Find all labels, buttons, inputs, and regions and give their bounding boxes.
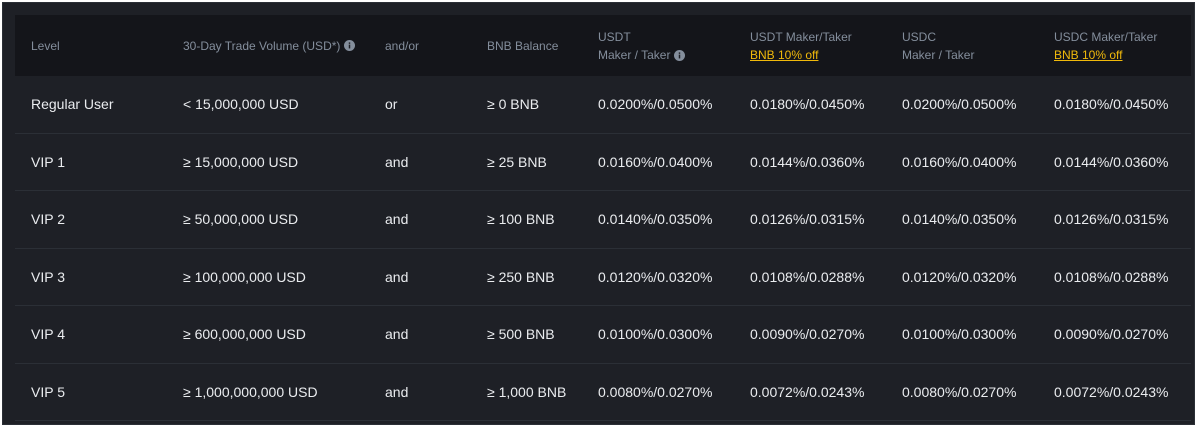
usdc-discount-fee-cell: 0.0090%/0.0270% bbox=[1054, 326, 1169, 343]
usdc-discount-fee-cell: 0.0072%/0.0243% bbox=[1054, 383, 1169, 400]
level-cell: Regular User bbox=[31, 96, 114, 113]
header-andor: and/or bbox=[385, 15, 419, 76]
header-usdc-discount-title: USDC Maker/Taker bbox=[1054, 29, 1158, 44]
usdt-discount-fee-cell: 0.0126%/0.0315% bbox=[750, 211, 865, 228]
usdt-discount-fee-cell: 0.0108%/0.0288% bbox=[750, 268, 865, 285]
bnb-cell: ≥ 250 BNB bbox=[487, 268, 555, 285]
usdt-discount-fee-cell: 0.0144%/0.0360% bbox=[750, 153, 865, 170]
usdc-fee-cell: 0.0100%/0.0300% bbox=[902, 326, 1017, 343]
usdt-discount-fee-cell: 0.0090%/0.0270% bbox=[750, 326, 865, 343]
usdt-discount-fee-cell: 0.0072%/0.0243% bbox=[750, 383, 865, 400]
header-level: Level bbox=[31, 15, 60, 76]
usdc-fee-cell: 0.0120%/0.0320% bbox=[902, 268, 1017, 285]
header-usdc-title: USDC bbox=[902, 29, 937, 44]
header-usdc: USDC Maker / Taker bbox=[902, 15, 974, 76]
usdc-fee-cell: 0.0080%/0.0270% bbox=[902, 383, 1017, 400]
header-usdt-discount-title: USDT Maker/Taker bbox=[750, 29, 852, 44]
usdc-fee-cell: 0.0160%/0.0400% bbox=[902, 153, 1017, 170]
level-cell: VIP 1 bbox=[31, 153, 65, 170]
level-cell: VIP 2 bbox=[31, 211, 65, 228]
table-row: VIP 5 ≥ 1,000,000,000 USD and ≥ 1,000 BN… bbox=[15, 364, 1191, 421]
header-volume-label: 30-Day Trade Volume (USD*) bbox=[183, 38, 341, 53]
info-icon[interactable] bbox=[344, 40, 356, 51]
bnb-discount-link[interactable]: BNB 10% off bbox=[1054, 46, 1157, 64]
usdc-discount-fee-cell: 0.0180%/0.0450% bbox=[1054, 96, 1169, 113]
usdc-discount-fee-cell: 0.0144%/0.0360% bbox=[1054, 153, 1169, 170]
volume-cell: < 15,000,000 USD bbox=[183, 96, 299, 113]
header-level-label: Level bbox=[31, 38, 60, 53]
fee-panel: Level 30-Day Trade Volume (USD*) and/or … bbox=[2, 2, 1195, 425]
table-row: Regular User < 15,000,000 USD or ≥ 0 BNB… bbox=[15, 76, 1191, 134]
header-bnb-balance-label: BNB Balance bbox=[487, 38, 559, 53]
info-icon[interactable] bbox=[674, 49, 686, 61]
andor-cell: and bbox=[385, 268, 409, 285]
bnb-cell: ≥ 500 BNB bbox=[487, 326, 555, 343]
header-usdt: USDT Maker / Taker bbox=[598, 15, 686, 76]
usdt-fee-cell: 0.0160%/0.0400% bbox=[598, 153, 713, 170]
bnb-cell: ≥ 25 BNB bbox=[487, 153, 547, 170]
usdt-fee-cell: 0.0140%/0.0350% bbox=[598, 211, 713, 228]
header-usdt-discount: USDT Maker/Taker BNB 10% off bbox=[750, 15, 852, 76]
volume-cell: ≥ 50,000,000 USD bbox=[183, 211, 299, 228]
andor-cell: or bbox=[385, 96, 398, 113]
header-usdt-title: USDT bbox=[598, 29, 631, 44]
table-row: VIP 2 ≥ 50,000,000 USD and ≥ 100 BNB 0.0… bbox=[15, 191, 1191, 249]
level-cell: VIP 5 bbox=[31, 383, 65, 400]
andor-cell: and bbox=[385, 326, 409, 343]
volume-cell: ≥ 15,000,000 USD bbox=[183, 153, 299, 170]
usdt-fee-cell: 0.0120%/0.0320% bbox=[598, 268, 713, 285]
table-header: Level 30-Day Trade Volume (USD*) and/or … bbox=[15, 15, 1191, 76]
bnb-cell: ≥ 1,000 BNB bbox=[487, 383, 567, 400]
header-usdc-discount: USDC Maker/Taker BNB 10% off bbox=[1054, 15, 1157, 76]
header-usdt-subtitle: Maker / Taker bbox=[598, 47, 671, 62]
level-cell: VIP 3 bbox=[31, 268, 65, 285]
volume-cell: ≥ 1,000,000,000 USD bbox=[183, 383, 318, 400]
header-volume: 30-Day Trade Volume (USD*) bbox=[183, 15, 356, 76]
usdt-fee-cell: 0.0080%/0.0270% bbox=[598, 383, 713, 400]
andor-cell: and bbox=[385, 153, 409, 170]
header-andor-label: and/or bbox=[385, 38, 420, 53]
andor-cell: and bbox=[385, 211, 409, 228]
andor-cell: and bbox=[385, 383, 409, 400]
volume-cell: ≥ 100,000,000 USD bbox=[183, 268, 306, 285]
fee-table: Level 30-Day Trade Volume (USD*) and/or … bbox=[15, 15, 1191, 421]
bnb-cell: ≥ 100 BNB bbox=[487, 211, 555, 228]
usdc-fee-cell: 0.0200%/0.0500% bbox=[902, 96, 1017, 113]
header-bnb-balance: BNB Balance bbox=[487, 15, 558, 76]
level-cell: VIP 4 bbox=[31, 326, 65, 343]
bnb-discount-link[interactable]: BNB 10% off bbox=[750, 46, 852, 64]
usdc-discount-fee-cell: 0.0108%/0.0288% bbox=[1054, 268, 1169, 285]
usdt-discount-fee-cell: 0.0180%/0.0450% bbox=[750, 96, 865, 113]
usdc-discount-fee-cell: 0.0126%/0.0315% bbox=[1054, 211, 1169, 228]
volume-cell: ≥ 600,000,000 USD bbox=[183, 326, 306, 343]
table-row: VIP 3 ≥ 100,000,000 USD and ≥ 250 BNB 0.… bbox=[15, 249, 1191, 306]
header-usdc-subtitle: Maker / Taker bbox=[902, 47, 975, 62]
table-row: VIP 1 ≥ 15,000,000 USD and ≥ 25 BNB 0.01… bbox=[15, 134, 1191, 191]
table-row: VIP 4 ≥ 600,000,000 USD and ≥ 500 BNB 0.… bbox=[15, 306, 1191, 364]
bnb-cell: ≥ 0 BNB bbox=[487, 96, 540, 113]
usdt-fee-cell: 0.0200%/0.0500% bbox=[598, 96, 713, 113]
usdt-fee-cell: 0.0100%/0.0300% bbox=[598, 326, 713, 343]
usdc-fee-cell: 0.0140%/0.0350% bbox=[902, 211, 1017, 228]
